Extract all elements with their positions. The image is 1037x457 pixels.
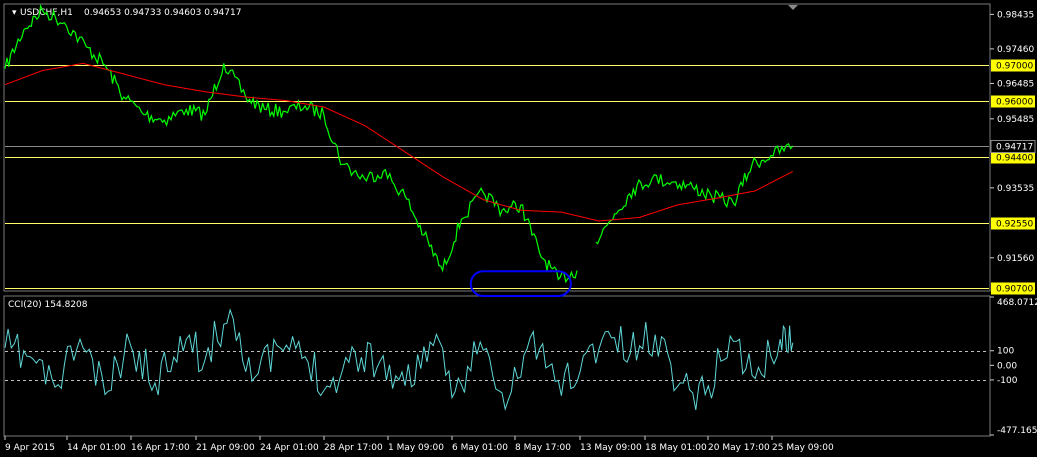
time-tick-label: 18 May 01:00 — [645, 443, 707, 453]
time-tick-label: 6 May 01:00 — [452, 443, 508, 453]
cci-tick-label: -477.1659 — [997, 426, 1037, 436]
chart-shift-marker-icon[interactable] — [788, 5, 798, 10]
price-level-label: 0.96000 — [996, 98, 1033, 108]
price-line-segment-1 — [595, 143, 794, 245]
cci-line — [4, 308, 794, 412]
price-level-label: 0.97000 — [996, 62, 1033, 72]
price-series — [4, 3, 794, 284]
time-tick-label: 28 Apr 17:00 — [324, 443, 383, 453]
time-tick-label: 21 Apr 09:00 — [196, 443, 255, 453]
cci-plot-frame — [3, 295, 991, 437]
price-tick-label: 0.98435 — [997, 10, 1034, 20]
price-level-label: 0.90700 — [996, 285, 1033, 295]
time-tick-label: 16 Apr 17:00 — [131, 443, 190, 453]
time-tick-label: 8 May 17:00 — [515, 443, 571, 453]
price-level-label: 0.92550 — [996, 220, 1033, 230]
annotations — [469, 270, 572, 298]
moving-average-line — [4, 62, 794, 222]
current-price-label: 0.94717 — [996, 143, 1033, 153]
time-tick-label: 1 May 09:00 — [388, 443, 444, 453]
time-tick-label: 25 May 09:00 — [772, 443, 834, 453]
highlight-ellipse[interactable] — [469, 270, 572, 298]
time-axis: 9 Apr 2015 14 Apr 01:00 16 Apr 17:00 21 Apr… — [4, 436, 834, 453]
cci-reference-levels — [5, 351, 989, 381]
price-tick-label: 0.93535 — [997, 184, 1034, 194]
cci-axis: 468.0712 100 0.00 -100 -477.1659 — [990, 296, 1037, 436]
cci-indicator-label: CCI(20) 154.8208 — [8, 300, 88, 310]
time-tick-label: 9 Apr 2015 — [5, 443, 55, 453]
price-tick-label: 0.96485 — [997, 79, 1034, 89]
price-level-label: 0.94400 — [996, 154, 1033, 164]
cci-series — [4, 308, 794, 412]
title-dropdown-icon[interactable]: ▾ — [12, 8, 17, 18]
time-tick-label: 24 Apr 01:00 — [260, 443, 319, 453]
price-tick-label: 0.95485 — [997, 115, 1034, 125]
time-tick-label: 14 Apr 01:00 — [67, 443, 126, 453]
chart-window: ▾ USDCHF,H1 0.94653 0.94733 0.94603 0.94… — [0, 0, 1037, 457]
cci-tick-label: 468.0712 — [997, 298, 1037, 308]
chart-canvas: ▾ USDCHF,H1 0.94653 0.94733 0.94603 0.94… — [3, 3, 1037, 453]
cci-tick-label: -100 — [997, 376, 1018, 386]
cci-tick-label: 100 — [997, 347, 1014, 357]
price-tick-label: 0.97460 — [997, 45, 1034, 55]
time-tick-label: 20 May 17:00 — [708, 443, 770, 453]
time-tick-label: 13 May 09:00 — [580, 443, 642, 453]
horizontal-levels: 0.97000 0.96000 0.94400 0.92550 0.90700 0.947… — [5, 59, 1036, 295]
ohlc-values: 0.94653 0.94733 0.94603 0.94717 — [84, 8, 241, 18]
main-plot-frame — [3, 3, 991, 292]
cci-tick-label: 0.00 — [997, 361, 1017, 371]
price-tick-label: 0.91560 — [997, 254, 1034, 264]
price-line-segment-0 — [4, 3, 578, 284]
